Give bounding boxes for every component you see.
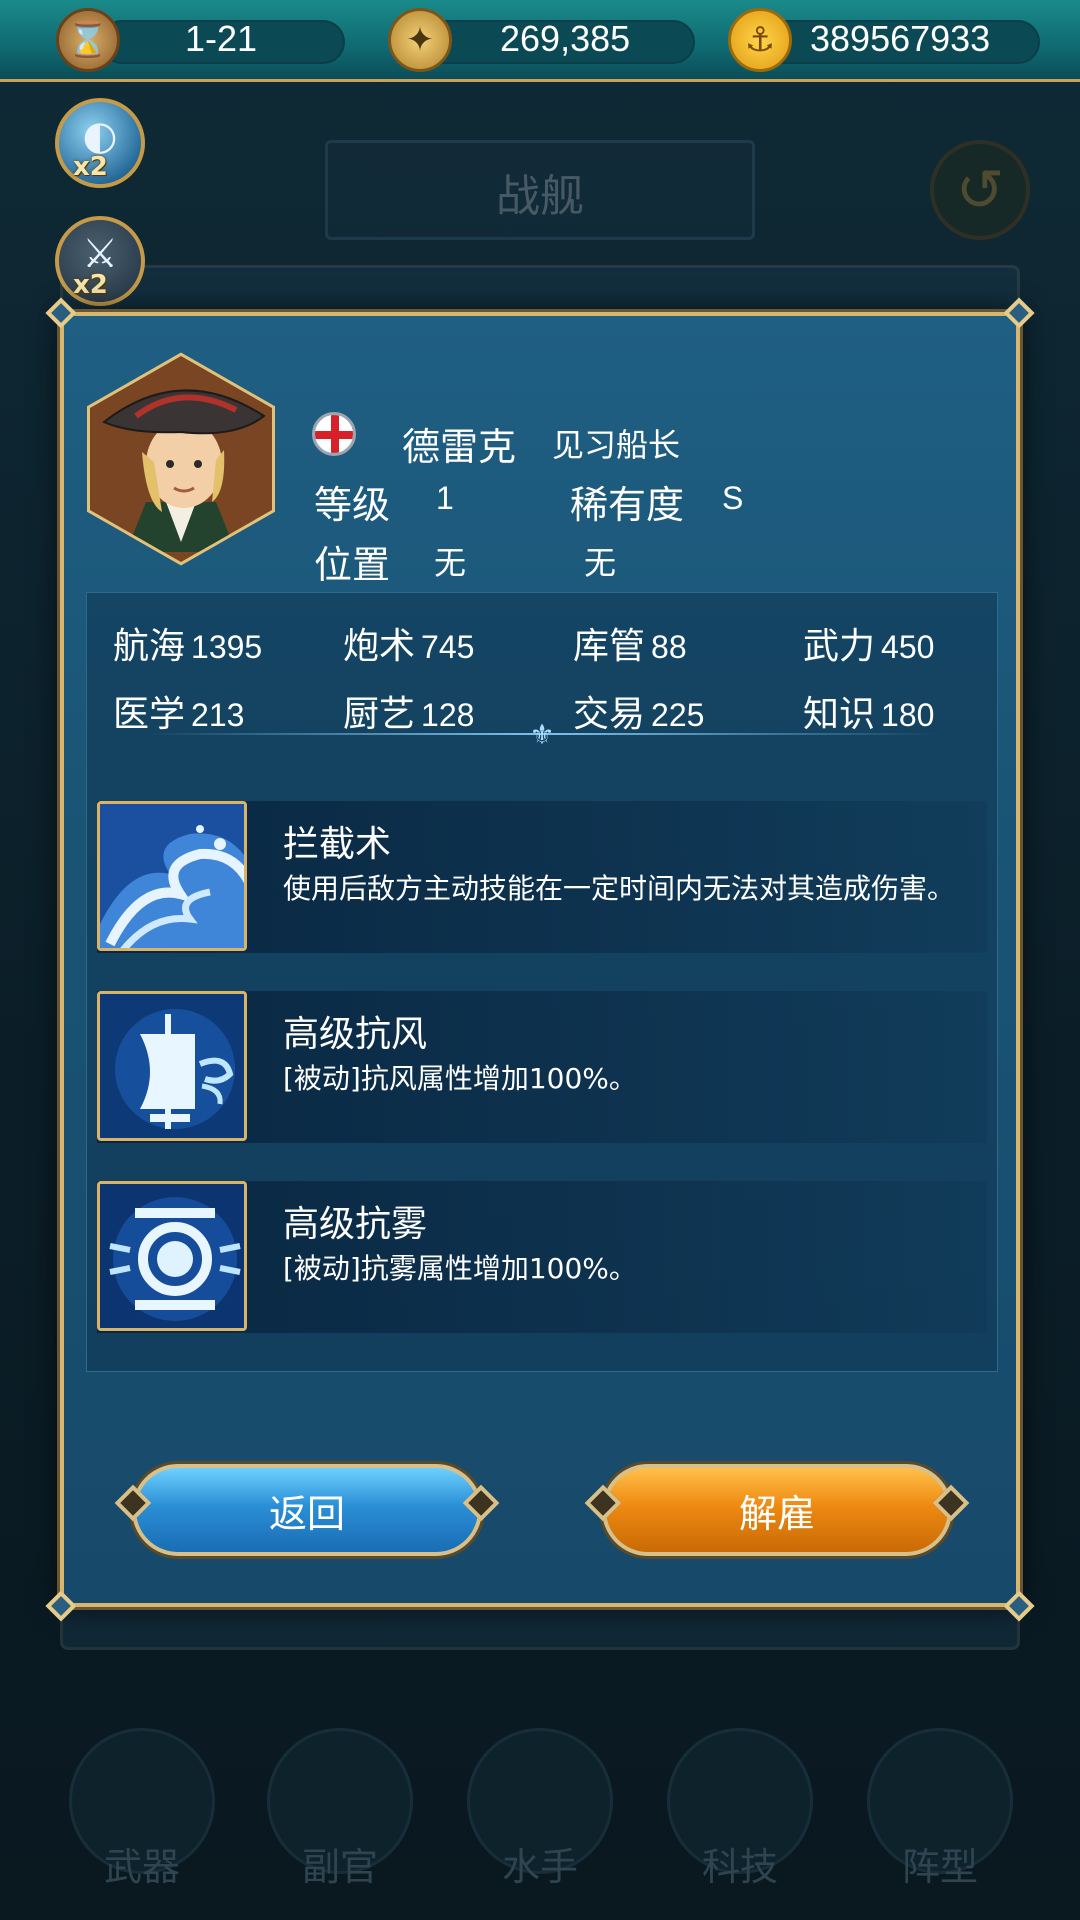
level-value: 1 <box>436 480 454 516</box>
rarity-label: 稀有度 <box>570 483 685 527</box>
skill-description: [被动]抗风属性增加100%。 <box>283 1062 637 1095</box>
button-ornament <box>932 1484 970 1522</box>
back-button-label: 返回 <box>268 1491 345 1536</box>
resource-bar: ⌛ 1-21 ✦ 269,385 ⚓ 389567933 <box>0 0 1080 82</box>
nav-item-tech: 科技 <box>665 1728 815 1898</box>
dismiss-button-label: 解雇 <box>738 1491 815 1536</box>
officer-detail-dialog: 德雷克 见习船长 等级 1 稀有度 S 位置 无 无 航海 1395 炮术 745 … <box>45 297 1035 1622</box>
stats-panel: 航海 1395 炮术 745 库管 88 武力 450 医学 213 厨艺 128 交易 22… <box>86 592 998 1372</box>
background-title: 战舰 <box>496 171 584 222</box>
skill-name: 高级抗风 <box>283 1014 428 1055</box>
button-ornament <box>114 1484 152 1522</box>
stat-strength: 武力 450 <box>803 626 935 667</box>
wind-sail-icon <box>97 991 247 1141</box>
skill-row[interactable]: 拦截术 使用后敌方主动技能在一定时间内无法对其造成伤害。 <box>97 801 987 953</box>
search-boost-badge[interactable]: ◐ x2 <box>55 98 145 188</box>
battle-boost-label: x2 <box>73 270 108 300</box>
search-boost-label: x2 <box>73 152 108 182</box>
level-label: 等级 <box>314 483 391 527</box>
nav-item-sailors: 水手 <box>465 1728 615 1898</box>
fleur-ornament-icon: ⚜ <box>529 717 555 751</box>
position-label: 位置 <box>314 543 391 587</box>
england-flag-icon <box>312 412 356 456</box>
stat-navigation: 航海 1395 <box>113 626 263 667</box>
nav-item-formation: 阵型 <box>865 1728 1015 1898</box>
stat-cooking: 厨艺 128 <box>343 694 475 735</box>
back-button[interactable]: 返回 <box>114 1464 500 1556</box>
officer-rank: 见习船长 <box>552 426 681 464</box>
skill-description: [被动]抗雾属性增加100%。 <box>283 1252 637 1285</box>
skill-row[interactable]: 高级抗风 [被动]抗风属性增加100%。 <box>97 991 987 1143</box>
dismiss-button[interactable]: 解雇 <box>584 1464 970 1556</box>
officer-portrait <box>86 352 276 566</box>
nav-item-officers: 副官 <box>265 1728 415 1898</box>
coins-value: 389567933 <box>810 18 991 59</box>
stat-medicine: 医学 213 <box>113 694 245 735</box>
position-value: 无 <box>434 545 467 581</box>
skill-name: 高级抗雾 <box>283 1204 428 1245</box>
officer-name: 德雷克 <box>402 425 517 469</box>
bottom-nav: 武器 副官 水手 科技 阵型 <box>0 1700 1080 1920</box>
button-ornament <box>462 1484 500 1522</box>
position-extra-value: 无 <box>584 545 617 581</box>
hourglass-icon: ⌛ <box>56 8 120 72</box>
captain-portrait-icon <box>87 352 275 566</box>
compass-coin-icon: ✦ <box>388 8 452 72</box>
nav-item-weapons: 武器 <box>67 1728 217 1898</box>
stat-knowledge: 知识 180 <box>803 694 935 735</box>
anchor-coin-icon: ⚓ <box>728 8 792 72</box>
skill-name: 拦截术 <box>283 824 392 865</box>
button-ornament <box>584 1484 622 1522</box>
skill-description: 使用后敌方主动技能在一定时间内无法对其造成伤害。 <box>283 872 956 905</box>
wave-icon <box>97 801 247 951</box>
stat-gunnery: 炮术 745 <box>343 626 475 667</box>
stat-trade: 交易 225 <box>573 694 705 735</box>
background-return-icon: ↺ <box>930 140 1030 240</box>
fog-lantern-icon <box>97 1181 247 1331</box>
battle-boost-badge[interactable]: ⚔ x2 <box>55 216 145 306</box>
level-value: 1-21 <box>185 18 258 59</box>
rarity-value: S <box>722 480 744 516</box>
stat-storage: 库管 88 <box>573 626 687 667</box>
gold-value: 269,385 <box>500 18 631 59</box>
skill-row[interactable]: 高级抗雾 [被动]抗雾属性增加100%。 <box>97 1181 987 1333</box>
